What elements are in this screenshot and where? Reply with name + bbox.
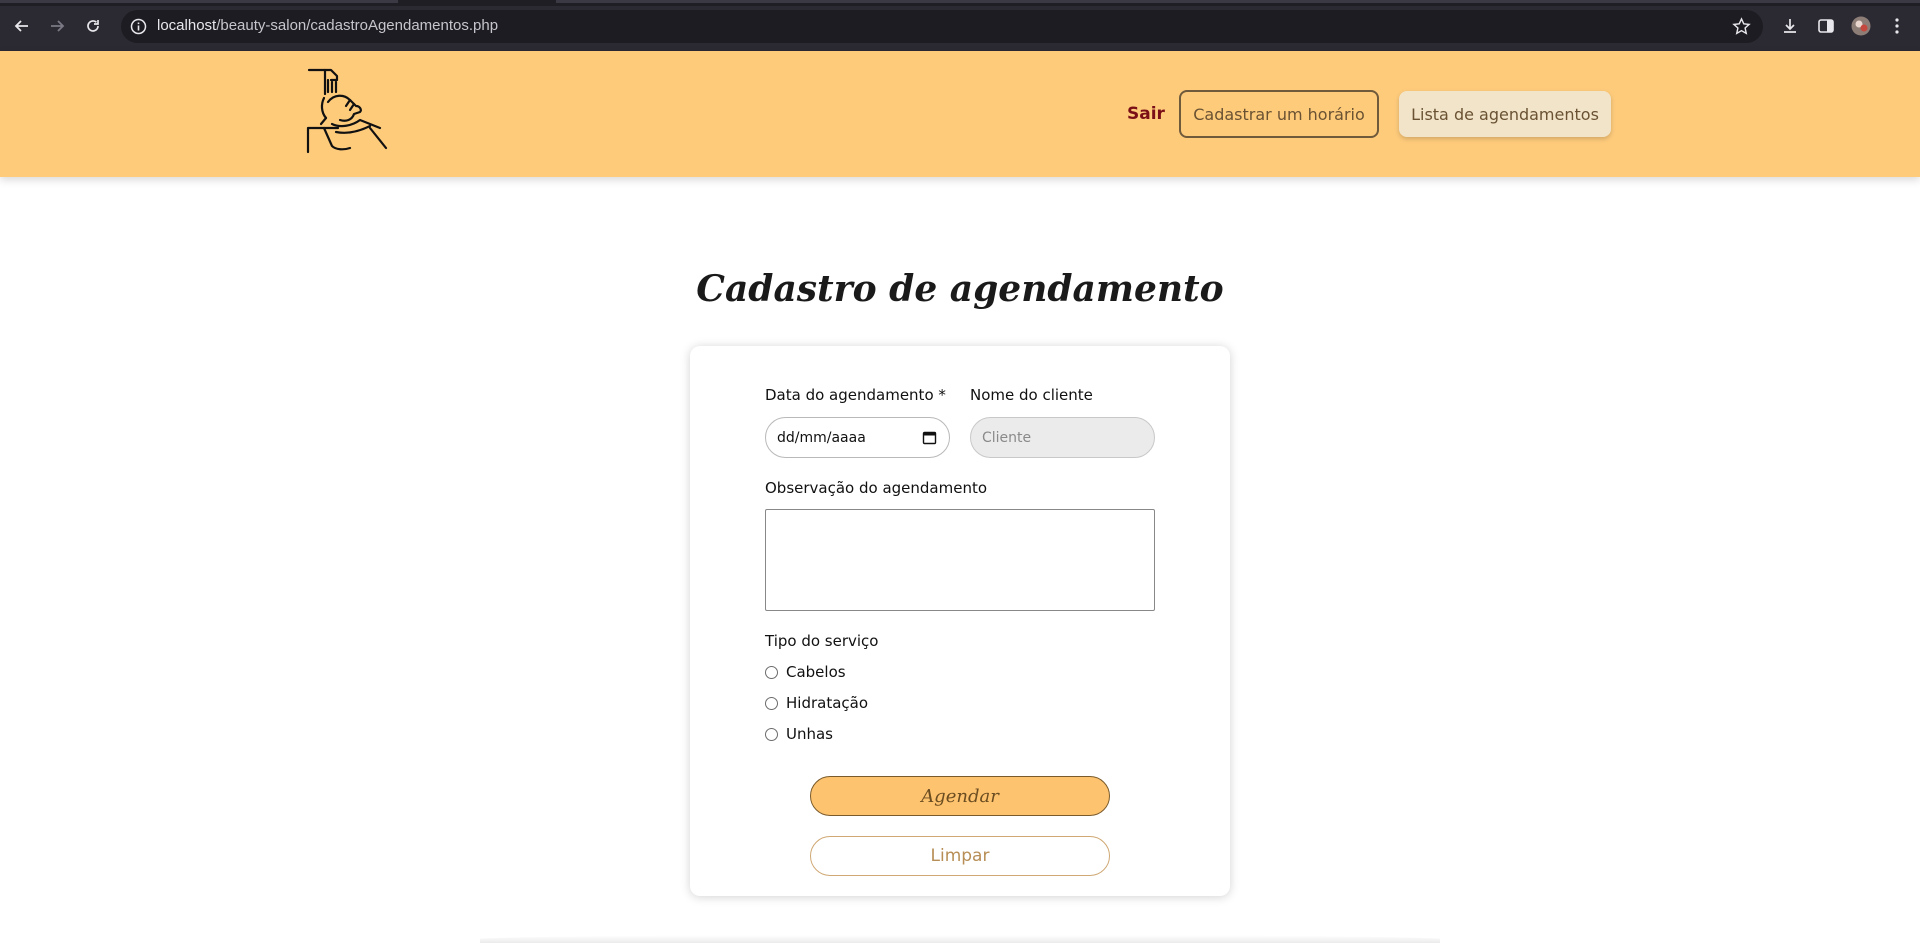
service-option-label: Cabelos bbox=[786, 663, 846, 681]
profile-button[interactable] bbox=[1850, 15, 1872, 37]
service-option-label: Hidratação bbox=[786, 694, 869, 712]
downloads-button[interactable] bbox=[1779, 15, 1801, 37]
page-title: Cadastro de agendamento bbox=[696, 268, 1224, 310]
client-placeholder: Cliente bbox=[982, 429, 1032, 446]
browser-menu-button[interactable] bbox=[1886, 15, 1908, 37]
salon-hair-wash-logo[interactable] bbox=[306, 68, 392, 154]
service-option-cabelos[interactable]: Cabelos bbox=[765, 663, 846, 681]
profile-avatar bbox=[1851, 16, 1871, 36]
menu-dots-icon bbox=[1895, 18, 1899, 34]
info-icon[interactable] bbox=[130, 18, 147, 35]
tab-edge bbox=[0, 0, 398, 3]
star-icon[interactable] bbox=[1732, 17, 1751, 36]
reset-button[interactable]: Limpar bbox=[810, 836, 1110, 876]
address-bar[interactable]: localhost/beauty-salon/cadastroAgendamen… bbox=[121, 10, 1763, 43]
url-path: /beauty-salon/cadastroAgendamentos.php bbox=[216, 17, 499, 34]
url-host: localhost bbox=[157, 17, 217, 34]
side-panel-button[interactable] bbox=[1815, 15, 1837, 37]
calendar-icon[interactable] bbox=[922, 430, 937, 445]
client-name-input[interactable]: Cliente bbox=[970, 417, 1155, 458]
service-type-label: Tipo do serviço bbox=[765, 632, 879, 650]
browser-toolbar: localhost/beauty-salon/cadastroAgendamen… bbox=[0, 0, 1920, 51]
tab-edge bbox=[556, 0, 1920, 3]
site-header: Sair Cadastrar um horário Lista de agend… bbox=[0, 51, 1920, 177]
reload-button[interactable] bbox=[81, 14, 105, 38]
radio-button[interactable] bbox=[765, 696, 778, 710]
submit-button[interactable]: Agendar bbox=[810, 776, 1110, 816]
notes-label: Observação do agendamento bbox=[765, 479, 988, 497]
download-icon bbox=[1784, 19, 1796, 33]
forward-arrow-icon bbox=[51, 20, 65, 32]
notes-textarea[interactable] bbox=[765, 509, 1155, 611]
url-text: localhost/beauty-salon/cadastroAgendamen… bbox=[157, 17, 498, 34]
date-placeholder: dd/mm/aaaa bbox=[777, 429, 866, 446]
appointment-form: Data do agendamento * Nome do cliente dd… bbox=[690, 346, 1230, 896]
radio-button[interactable] bbox=[765, 665, 778, 679]
back-arrow-icon bbox=[14, 20, 28, 32]
date-label: Data do agendamento * bbox=[765, 386, 946, 404]
appointments-list-button[interactable]: Lista de agendamentos bbox=[1399, 91, 1611, 137]
date-input[interactable]: dd/mm/aaaa bbox=[765, 417, 950, 458]
tab-strip bbox=[0, 0, 1920, 6]
forward-button[interactable] bbox=[45, 14, 69, 38]
register-slot-button[interactable]: Cadastrar um horário bbox=[1179, 90, 1379, 138]
logout-link[interactable]: Sair bbox=[1127, 104, 1165, 124]
footer-shadow bbox=[480, 935, 1440, 943]
back-button[interactable] bbox=[10, 14, 34, 38]
service-option-hidratacao[interactable]: Hidratação bbox=[765, 694, 868, 712]
sidebar-icon bbox=[1818, 19, 1834, 33]
reload-icon bbox=[87, 20, 99, 32]
radio-button[interactable] bbox=[765, 727, 778, 741]
service-option-label: Unhas bbox=[786, 725, 833, 743]
client-label: Nome do cliente bbox=[970, 386, 1093, 404]
service-option-unhas[interactable]: Unhas bbox=[765, 725, 833, 743]
